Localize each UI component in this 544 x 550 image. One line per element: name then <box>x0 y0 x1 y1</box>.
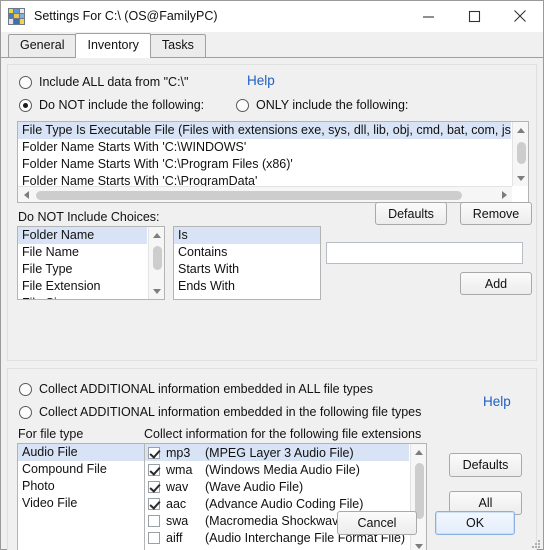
scroll-down-icon[interactable] <box>513 170 529 186</box>
extension-code: wav <box>166 479 189 494</box>
extension-description: (Windows Media Audio File) <box>205 462 360 477</box>
radio-do-not-include-indicator <box>19 98 32 112</box>
remove-button[interactable]: Remove <box>460 202 532 225</box>
rules-list-item[interactable]: File Type Is Executable File (Files with… <box>18 122 511 139</box>
rules-list-item[interactable]: Folder Name Starts With 'C:\Program File… <box>18 156 511 173</box>
scroll-left-icon[interactable] <box>18 187 34 203</box>
rules-list-item[interactable]: Folder Name Starts With 'C:\WINDOWS' <box>18 139 511 156</box>
operator-list-item[interactable]: Is <box>174 227 320 244</box>
criteria-list-item[interactable]: File Type <box>18 261 147 278</box>
radio-only-include-indicator <box>236 98 249 112</box>
radio-additional-all-label: Collect ADDITIONAL information embedded … <box>39 382 373 396</box>
tab-general[interactable]: General <box>8 34 77 57</box>
criteria-list-item[interactable]: File Name <box>18 244 147 261</box>
scroll-right-icon[interactable] <box>496 187 512 203</box>
maximize-button[interactable] <box>451 1 497 32</box>
rule-value-input[interactable] <box>326 242 523 264</box>
file-type-list-item[interactable]: Compound File <box>18 461 144 478</box>
tab-tasks[interactable]: Tasks <box>149 34 206 57</box>
app-mosaic-icon <box>8 7 25 25</box>
tab-strip: General Inventory Tasks <box>1 32 543 58</box>
radio-additional-following-label: Collect ADDITIONAL information embedded … <box>39 405 422 419</box>
radio-include-all-indicator <box>19 75 32 89</box>
close-button[interactable] <box>497 1 543 32</box>
radio-do-not-include-label: Do NOT include the following: <box>39 98 205 112</box>
extension-list-item[interactable]: mp3 (MPEG Layer 3 Audio File) <box>145 444 409 461</box>
resize-grip-icon[interactable] <box>529 536 541 548</box>
operator-listbox[interactable]: Is Contains Starts With Ends With <box>173 226 321 300</box>
radio-only-include-label: ONLY include the following: <box>256 98 409 112</box>
file-type-list-item[interactable]: Audio File <box>18 444 144 461</box>
tab-inventory[interactable]: Inventory <box>75 33 151 58</box>
scroll-up-icon[interactable] <box>513 122 529 138</box>
operator-list-item[interactable]: Contains <box>174 244 320 261</box>
defaults-button-extensions[interactable]: Defaults <box>449 453 522 477</box>
extension-checkbox[interactable] <box>148 480 160 493</box>
operator-list-item[interactable]: Starts With <box>174 261 320 278</box>
add-button[interactable]: Add <box>460 272 532 295</box>
extension-description: (Wave Audio File) <box>205 479 304 494</box>
window-controls <box>405 1 543 32</box>
radio-additional-following-indicator <box>19 405 32 419</box>
radio-only-include[interactable]: ONLY include the following: <box>236 98 408 112</box>
criteria-list-item[interactable]: File Size <box>18 295 147 299</box>
criteria-list-rows: Folder Name File Name File Type File Ext… <box>18 227 147 299</box>
criteria-list-item[interactable]: Folder Name <box>18 227 147 244</box>
settings-window: Settings For C:\ (OS@FamilyPC) General I… <box>0 0 544 550</box>
radio-include-all-label: Include ALL data from "C:\" <box>39 75 189 89</box>
radio-do-not-include[interactable]: Do NOT include the following: <box>19 98 204 112</box>
radio-additional-following[interactable]: Collect ADDITIONAL information embedded … <box>19 405 421 419</box>
file-type-list-rows: Audio File Compound File Photo Video Fil… <box>18 444 144 512</box>
tab-content-inventory: Include ALL data from "C:\" Help Do NOT … <box>1 57 543 550</box>
radio-additional-all-indicator <box>19 382 32 396</box>
rules-listbox[interactable]: File Type Is Executable File (Files with… <box>17 121 529 203</box>
rules-vertical-scrollbar[interactable] <box>512 122 528 186</box>
help-link-inventory[interactable]: Help <box>247 73 275 88</box>
scroll-down-icon[interactable] <box>149 283 165 299</box>
inventory-scope-panel: Include ALL data from "C:\" Help Do NOT … <box>7 64 537 361</box>
extension-list-item[interactable]: wma (Windows Media Audio File) <box>145 461 409 478</box>
dialog-footer: Cancel OK <box>1 503 543 549</box>
operator-list-rows: Is Contains Starts With Ends With <box>174 227 320 295</box>
scroll-up-icon[interactable] <box>149 227 165 243</box>
rules-hscroll-track[interactable] <box>34 187 496 203</box>
criteria-list-item[interactable]: File Extension <box>18 278 147 295</box>
criteria-listbox[interactable]: Folder Name File Name File Type File Ext… <box>17 226 165 300</box>
criteria-vertical-scrollbar[interactable] <box>148 227 164 299</box>
rules-vscroll-track[interactable] <box>513 138 529 170</box>
extension-code: mp3 <box>166 445 191 460</box>
radio-additional-all[interactable]: Collect ADDITIONAL information embedded … <box>19 382 373 396</box>
choices-label: Do NOT Include Choices: <box>18 210 160 224</box>
extension-list-item[interactable]: wav (Wave Audio File) <box>145 478 409 495</box>
defaults-button-rules[interactable]: Defaults <box>375 202 447 225</box>
extension-checkbox[interactable] <box>148 463 160 476</box>
title-bar: Settings For C:\ (OS@FamilyPC) <box>1 1 543 32</box>
scroll-up-icon[interactable] <box>411 444 427 460</box>
help-link-additional[interactable]: Help <box>483 394 511 409</box>
ok-button[interactable]: OK <box>435 511 515 535</box>
extension-checkbox[interactable] <box>148 446 160 459</box>
minimize-button[interactable] <box>405 1 451 32</box>
radio-include-all[interactable]: Include ALL data from "C:\" <box>19 75 188 89</box>
extensions-label: Collect information for the following fi… <box>144 427 422 441</box>
extension-description: (MPEG Layer 3 Audio File) <box>205 445 354 460</box>
criteria-vscroll-thumb[interactable] <box>152 246 162 270</box>
rules-hscroll-thumb[interactable] <box>36 190 462 200</box>
window-title: Settings For C:\ (OS@FamilyPC) <box>34 9 218 23</box>
file-type-list-item[interactable]: Photo <box>18 478 144 495</box>
cancel-button[interactable]: Cancel <box>337 511 417 535</box>
extension-code: wma <box>166 462 193 477</box>
criteria-vscroll-track[interactable] <box>149 243 165 283</box>
operator-list-item[interactable]: Ends With <box>174 278 320 295</box>
file-type-label: For file type <box>18 427 84 441</box>
rules-vscroll-thumb[interactable] <box>516 142 526 164</box>
rules-horizontal-scrollbar[interactable] <box>18 186 512 202</box>
